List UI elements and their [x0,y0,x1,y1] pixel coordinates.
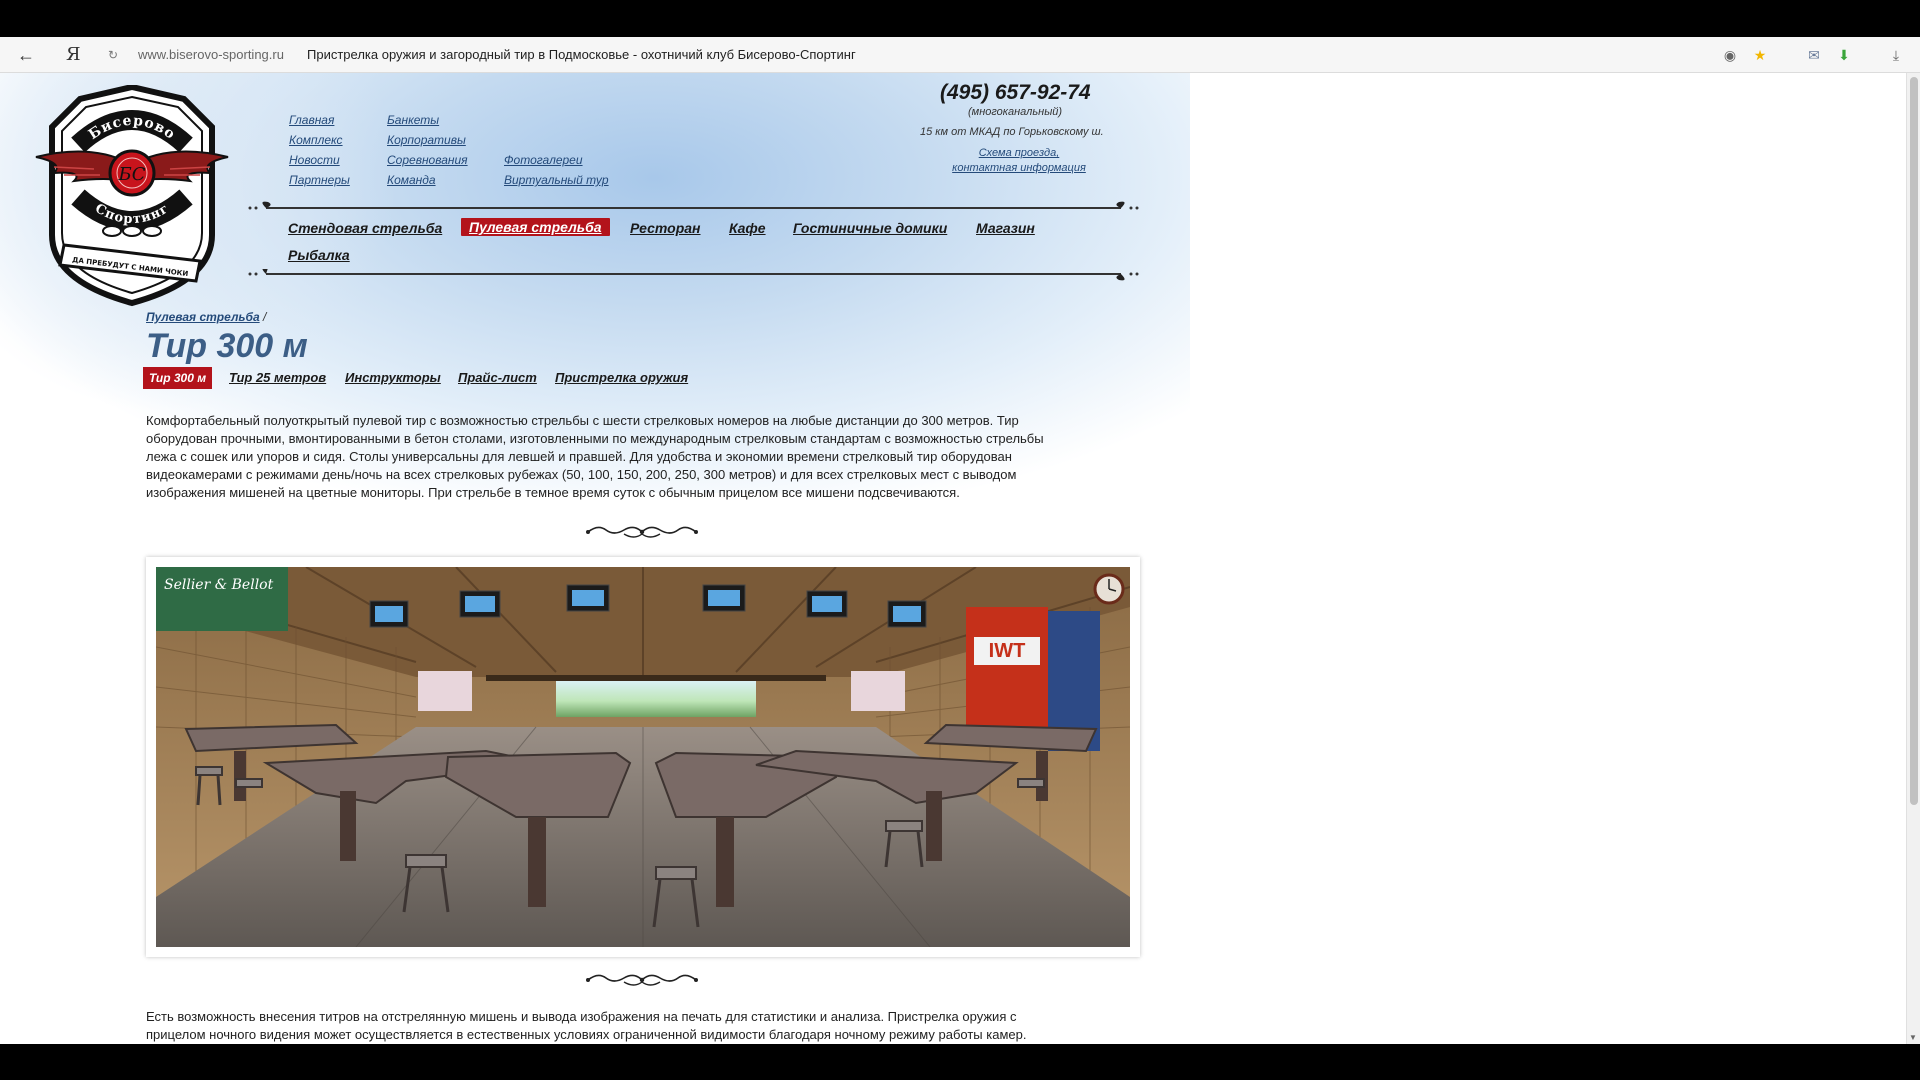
ornament-rule-top [248,201,1139,210]
photo-banner-left: Sellier & Bellot [164,577,274,593]
club-logo[interactable]: Бисерово БС Спортинг ДА ПРЕБУДУТ С НАМИ … [34,85,230,307]
downloads-icon[interactable]: ⤓ [1886,45,1906,65]
toplink-corporate[interactable]: Корпоративы [387,133,466,148]
menu-clay-shooting[interactable]: Стендовая стрельба [288,219,442,237]
ornament-divider [586,526,698,538]
toplink-home[interactable]: Главная [289,113,334,128]
yandex-icon[interactable]: Я [66,44,86,66]
intro-line: лежа с сошек или упоров и сидя. Столы ун… [146,449,1012,464]
download-arrow-icon[interactable]: ⬇ [1834,45,1854,65]
address-bar-icons: ◉ ★ ✉ ⬇ ⤓ [1720,44,1906,66]
intro-line: изображения мишеней на цветные мониторы.… [146,485,960,500]
subtab-range-300[interactable]: Тир 300 м [143,367,213,389]
shooting-range-photo[interactable]: Sellier & Bellot IWT [156,567,1130,947]
toplink-competitions[interactable]: Соревнования [387,153,468,168]
menu-guest-houses[interactable]: Гостиничные домики [793,219,947,237]
menu-fishing[interactable]: Рыбалка [288,246,350,264]
breadcrumb: Пулевая стрельба / [146,310,266,325]
menu-restaurant[interactable]: Ресторан [630,219,701,237]
subtab-price-list[interactable]: Прайс-лист [458,369,537,387]
menu-cafe[interactable]: Кафе [729,219,766,237]
toplink-galleries[interactable]: Фотогалереи [504,153,583,168]
toplink-banquets[interactable]: Банкеты [387,113,439,128]
mail-icon[interactable]: ✉ [1804,45,1824,65]
page-viewport: Бисерово БС Спортинг ДА ПРЕБУДУТ С НАМИ … [0,73,1906,1044]
second-line: Есть возможность внесения титров на отст… [146,1009,1017,1024]
second-line: прицелом ночного видения может осуществл… [146,1027,1027,1042]
intro-line: Комфортабельный полуоткрытый пулевой тир… [146,413,1019,428]
directions-link-line1: Схема проезда, [978,147,1060,159]
scrollbar-thumb[interactable] [1910,77,1918,805]
url-domain[interactable]: www.biserovo-sporting.ru [138,47,284,63]
url-page-title[interactable]: Пристрелка оружия и загородный тир в Под… [307,47,856,63]
reload-icon[interactable]: ↻ [108,46,118,64]
intro-line: оборудован прочными, вмонтированными в б… [146,431,1044,446]
screen: ← Я ↻ www.biserovo-sporting.ru Пристрелк… [0,0,1920,1080]
subtab-instructors[interactable]: Инструкторы [345,369,441,387]
menu-bullet-shooting[interactable]: Пулевая стрельба [461,218,610,236]
intro-paragraph: Комфортабельный полуоткрытый пулевой тир… [146,412,1116,502]
ornament-divider [586,974,698,986]
toplink-news[interactable]: Новости [289,153,340,168]
subtab-zeroing[interactable]: Пристрелка оружия [555,369,688,387]
browser-address-bar: ← Я ↻ www.biserovo-sporting.ru Пристрелк… [0,37,1920,73]
toplink-virtual-tour[interactable]: Виртуальный тур [504,173,609,188]
breadcrumb-separator: / [262,310,267,324]
directions-link-line2: контактная информация [952,162,1086,174]
distance-note: 15 км от МКАД по Горьковскому ш. [920,126,1104,138]
vertical-scrollbar[interactable]: ▼ [1906,73,1920,1044]
photo-banner-right: IWT [989,640,1026,662]
shooting-range-photo-frame: Sellier & Bellot IWT [146,557,1140,957]
star-icon[interactable]: ★ [1750,45,1770,65]
menu-shop[interactable]: Магазин [976,219,1035,237]
scroll-down-arrow-icon[interactable]: ▼ [1909,1033,1917,1042]
subtab-range-25[interactable]: Тир 25 метров [229,369,326,387]
intro-line: видеокамерами с режимами день/ночь на вс… [146,467,1017,482]
second-paragraph: Есть возможность внесения титров на отст… [146,1008,1116,1044]
toplink-team[interactable]: Команда [387,173,436,188]
phone-note: (многоканальный) [968,106,1063,118]
protect-icon[interactable]: ◉ [1720,45,1740,65]
back-icon[interactable]: ← [14,44,38,66]
logo-monogram: БС [118,164,146,185]
toplink-partners[interactable]: Партнеры [289,173,350,188]
toplink-complex[interactable]: Комплекс [289,133,343,148]
directions-link[interactable]: Схема проезда, контактная информация [946,146,1092,176]
ornament-rule-bottom [248,269,1139,281]
phone-number: (495) 657-92-74 [940,81,1091,104]
page-title: Тир 300 м [146,327,308,365]
breadcrumb-link-bullet-shooting[interactable]: Пулевая стрельба [146,310,260,324]
